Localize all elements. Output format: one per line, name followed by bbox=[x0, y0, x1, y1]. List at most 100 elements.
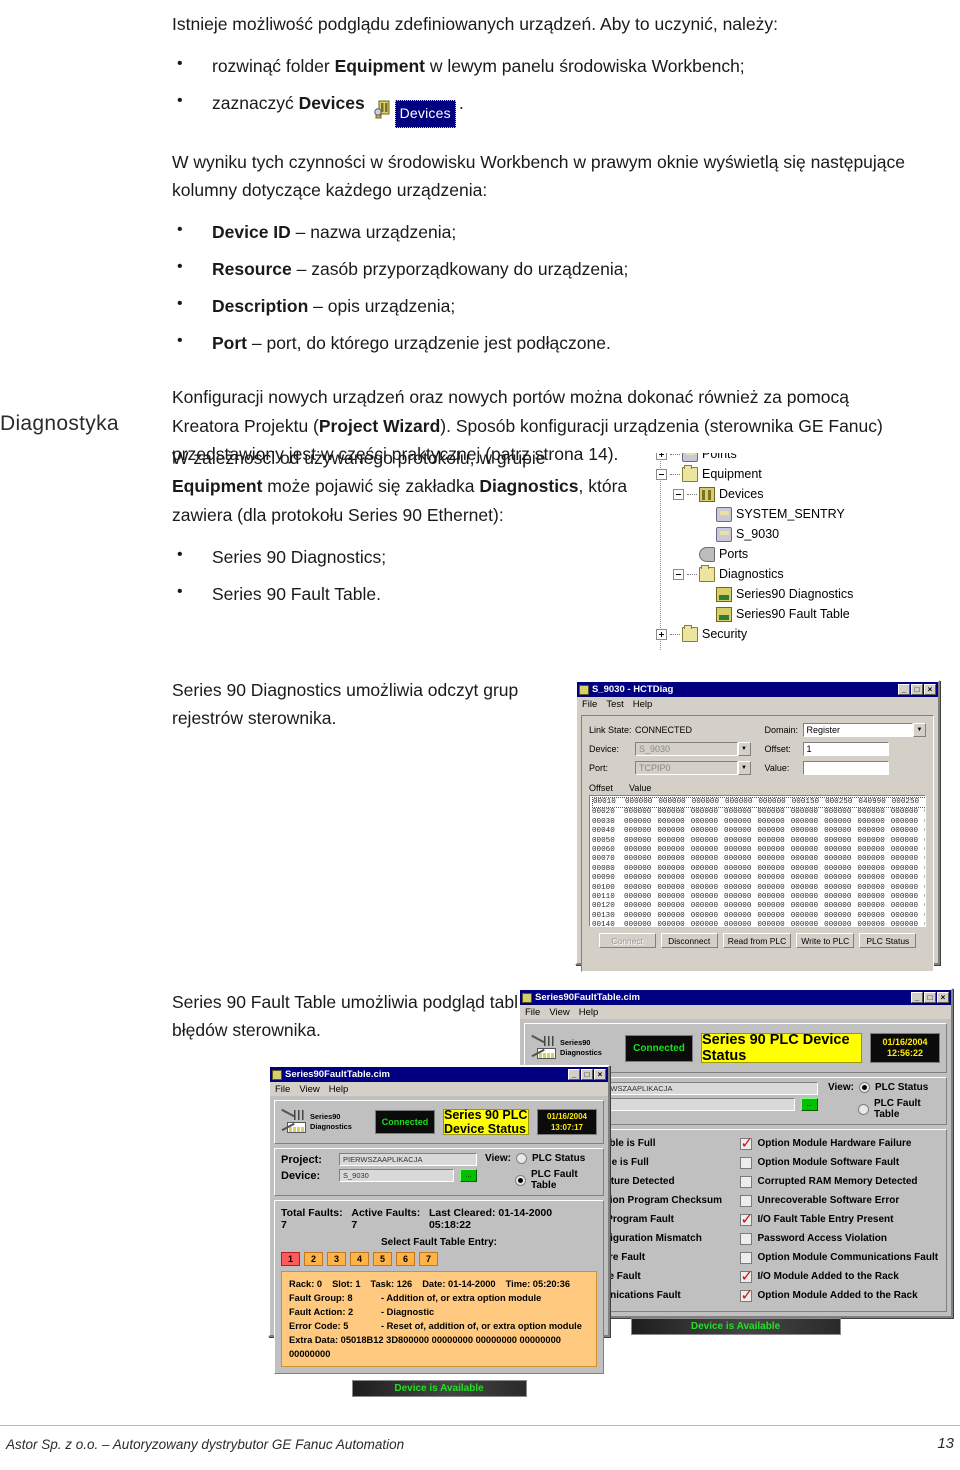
fault-entry-tab-1[interactable]: 1 bbox=[281, 1252, 300, 1266]
radio-plc-fault-table[interactable] bbox=[858, 1103, 869, 1115]
tree-item-series90-diagnostics[interactable]: Series90 Diagnostics bbox=[652, 584, 932, 604]
checkbox-checked-icon[interactable] bbox=[739, 1134, 753, 1152]
fault-entry-tab-5[interactable]: 5 bbox=[373, 1252, 392, 1266]
menu-view[interactable]: View bbox=[549, 1007, 569, 1018]
tree-item-devices[interactable]: Devices bbox=[652, 484, 932, 504]
maximize-button[interactable]: □ bbox=[911, 684, 923, 695]
register-row[interactable]: 00090 000000 000000 000000 000000 000000 00000… bbox=[592, 874, 925, 883]
view-radio-group[interactable]: View: PLC Status PLC Fault Table bbox=[828, 1082, 940, 1120]
maximize-button[interactable]: □ bbox=[924, 992, 936, 1003]
chevron-down-icon[interactable]: ▼ bbox=[913, 723, 926, 737]
browse-button[interactable]: ... bbox=[801, 1098, 818, 1111]
register-row[interactable]: 00030 000000 000000 000000 000000 000000 00000… bbox=[592, 818, 925, 827]
offset-input[interactable]: 1 bbox=[802, 742, 889, 756]
register-row[interactable]: 00050 000000 000000 000000 000000 000000 00000… bbox=[592, 837, 925, 846]
minimize-button[interactable]: _ bbox=[898, 684, 910, 695]
close-button[interactable]: × bbox=[594, 1069, 606, 1080]
radio-plc-fault-table[interactable] bbox=[515, 1174, 526, 1186]
plc-status-button[interactable]: PLC Status bbox=[859, 933, 917, 948]
window-controls[interactable]: _ □ × bbox=[911, 992, 949, 1003]
fault-flag-row[interactable]: Unrecoverable Software Error bbox=[739, 1191, 941, 1210]
checkbox-checked-icon[interactable] bbox=[739, 1267, 753, 1285]
checkbox-icon[interactable] bbox=[739, 1156, 752, 1169]
collapse-icon[interactable] bbox=[656, 468, 667, 480]
chevron-down-icon[interactable]: ▼ bbox=[737, 761, 751, 775]
window-controls[interactable]: _ □ × bbox=[568, 1069, 606, 1080]
disconnect-button[interactable]: Disconnect bbox=[660, 933, 718, 948]
tree-item-security[interactable]: Security bbox=[652, 624, 932, 644]
tree-item-s-9030[interactable]: S_9030 bbox=[652, 524, 932, 544]
window-controls[interactable]: _ □ × bbox=[898, 684, 936, 695]
checkbox-icon[interactable] bbox=[739, 1175, 752, 1188]
status-right-checklist[interactable]: Option Module Hardware Failure Option Mod… bbox=[739, 1134, 941, 1305]
checkbox-icon[interactable] bbox=[739, 1251, 752, 1264]
port-combo[interactable]: TCPIP0 ▼ bbox=[635, 761, 751, 775]
tree-item-equipment[interactable]: Equipment bbox=[652, 464, 932, 484]
close-button[interactable]: × bbox=[924, 684, 936, 695]
expand-icon[interactable] bbox=[656, 628, 667, 640]
fault-entry-tabs[interactable]: 1234567 bbox=[281, 1252, 597, 1266]
fault-flag-row[interactable]: Password Access Violation bbox=[739, 1229, 941, 1248]
menu-file[interactable]: File bbox=[275, 1084, 290, 1095]
menu-help[interactable]: Help bbox=[633, 699, 653, 710]
fault-entry-tab-2[interactable]: 2 bbox=[304, 1252, 323, 1266]
register-row[interactable]: 00140 000000 000000 000000 000000 000000 00000… bbox=[592, 921, 925, 926]
hctdiag-menubar[interactable]: File Test Help bbox=[577, 697, 938, 711]
view-radio-group[interactable]: View: PLC Status PLC Fault Table bbox=[485, 1153, 597, 1191]
checkbox-checked-icon[interactable] bbox=[739, 1210, 753, 1228]
status-menubar[interactable]: File View Help bbox=[520, 1005, 951, 1019]
port-value[interactable]: TCPIP0 bbox=[635, 761, 738, 775]
close-button[interactable]: × bbox=[937, 992, 949, 1003]
tree-item-diagnostics[interactable]: Diagnostics bbox=[652, 564, 932, 584]
device-value[interactable]: S_9030 bbox=[635, 742, 738, 756]
radio-plc-status[interactable] bbox=[858, 1082, 870, 1093]
tree-item-ports[interactable]: Ports bbox=[652, 544, 932, 564]
collapse-icon[interactable] bbox=[673, 568, 684, 580]
register-list[interactable]: 00010 000000 000000 000000 000000 000000 00015… bbox=[589, 795, 926, 927]
fault-flag-row[interactable]: Option Module Communications Fault bbox=[739, 1248, 941, 1267]
radio-plc-status-label[interactable]: PLC Status bbox=[875, 1082, 928, 1093]
hctdiag-window[interactable]: S_9030 - HCTDiag _ □ × File Test Help Li… bbox=[575, 680, 940, 972]
fault-flag-row[interactable]: I/O Fault Table Entry Present bbox=[739, 1210, 941, 1229]
checkbox-icon[interactable] bbox=[739, 1232, 752, 1245]
menu-file[interactable]: File bbox=[582, 699, 597, 710]
register-row[interactable]: 00080 000000 000000 000000 000000 000000 00000… bbox=[592, 865, 925, 874]
device-field[interactable]: S_9030 bbox=[339, 1169, 454, 1182]
menu-view[interactable]: View bbox=[299, 1084, 319, 1095]
device-combo[interactable]: S_9030 ▼ bbox=[635, 742, 751, 756]
tree-item-system-sentry[interactable]: SYSTEM_SENTRY bbox=[652, 504, 932, 524]
radio-plc-fault-table-label[interactable]: PLC Fault Table bbox=[531, 1169, 597, 1191]
maximize-button[interactable]: □ bbox=[581, 1069, 593, 1080]
register-row[interactable]: 00040 000000 000000 000000 000000 000000 00000… bbox=[592, 827, 925, 836]
menu-test[interactable]: Test bbox=[606, 699, 623, 710]
fault-flag-row[interactable]: Option Module Hardware Failure bbox=[739, 1134, 941, 1153]
register-row[interactable]: 00020 000000 000000 000000 000000 000000 00000… bbox=[592, 808, 925, 817]
hctdiag-button-row[interactable]: Connect Disconnect Read from PLC Write to P… bbox=[589, 933, 926, 948]
collapse-icon[interactable] bbox=[673, 488, 684, 500]
fault-flag-row[interactable]: I/O Module Added to the Rack bbox=[739, 1267, 941, 1286]
register-row[interactable]: 00010 000000 000000 000000 000000 000000 00015… bbox=[592, 797, 925, 809]
minimize-button[interactable]: _ bbox=[568, 1069, 580, 1080]
domain-value[interactable]: Register bbox=[802, 723, 913, 737]
radio-plc-status-label[interactable]: PLC Status bbox=[532, 1153, 585, 1164]
checkbox-icon[interactable] bbox=[739, 1194, 752, 1207]
hctdiag-titlebar[interactable]: S_9030 - HCTDiag _ □ × bbox=[577, 682, 938, 697]
fault-flag-row[interactable]: Corrupted RAM Memory Detected bbox=[739, 1172, 941, 1191]
fault-entry-tab-4[interactable]: 4 bbox=[350, 1252, 369, 1266]
register-row[interactable]: 00120 000000 000000 000000 000000 000000 00000… bbox=[592, 902, 925, 911]
fault-entry-tab-6[interactable]: 6 bbox=[396, 1252, 415, 1266]
register-row[interactable]: 00060 000000 000000 000000 000000 000000 00000… bbox=[592, 846, 925, 855]
status-titlebar[interactable]: Series90FaultTable.cim _ □ × bbox=[520, 990, 951, 1005]
menu-help[interactable]: Help bbox=[329, 1084, 349, 1095]
fault-titlebar[interactable]: Series90FaultTable.cim _ □ × bbox=[270, 1067, 608, 1082]
menu-file[interactable]: File bbox=[525, 1007, 540, 1018]
browse-button[interactable]: ... bbox=[460, 1169, 477, 1182]
register-row[interactable]: 00070 000000 000000 000000 000000 000000 00000… bbox=[592, 855, 925, 864]
minimize-button[interactable]: _ bbox=[911, 992, 923, 1003]
tree-item-series90-fault-table[interactable]: Series90 Fault Table bbox=[652, 604, 932, 624]
menu-help[interactable]: Help bbox=[579, 1007, 599, 1018]
checkbox-checked-icon[interactable] bbox=[739, 1286, 753, 1304]
series90-fault-table-window[interactable]: Series90FaultTable.cim _ □ × File View H… bbox=[268, 1065, 610, 1397]
fault-flag-row[interactable]: Option Module Software Fault bbox=[739, 1153, 941, 1172]
fault-flag-row[interactable]: Option Module Added to the Rack bbox=[739, 1286, 941, 1305]
